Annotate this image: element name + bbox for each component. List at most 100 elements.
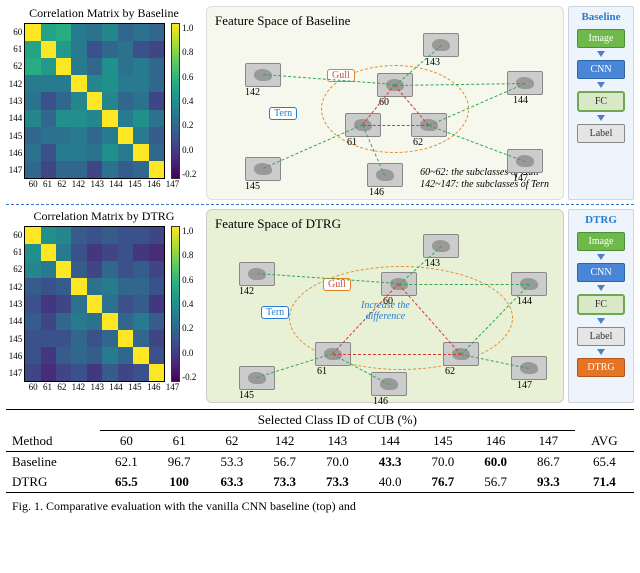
value-cell: 73.3 [258, 472, 311, 493]
heatmap-cell [25, 295, 40, 312]
colorbar [171, 226, 180, 382]
heatmap-cell [71, 347, 86, 364]
tick-label: 144 [6, 316, 22, 326]
pipe-fc: FC [577, 294, 625, 315]
tick-label: 145 [6, 131, 22, 141]
heatmap-cell [71, 227, 86, 244]
table-col-header: 61 [153, 431, 206, 452]
heatmap-cell [71, 58, 86, 75]
arrow-down-icon [597, 349, 605, 355]
heatmap-cell [133, 110, 148, 127]
heatmap-cell [87, 313, 102, 330]
heatmap-cell [25, 278, 40, 295]
figure-caption: Fig. 1. Comparative evaluation with the … [6, 499, 634, 514]
bird-id-label: 147 [517, 380, 532, 391]
bird-thumbnail [239, 366, 275, 390]
tick-label: 60 [29, 382, 38, 392]
tick-label: 147 [6, 368, 22, 378]
heatmap-cell [118, 330, 133, 347]
heatmap-cell [118, 244, 133, 261]
heatmap-cell [56, 41, 71, 58]
value-cell: 93.3 [522, 472, 575, 493]
arrow-down-icon [597, 51, 605, 57]
heatmap-cell [118, 261, 133, 278]
avg-cell: 65.4 [575, 452, 634, 473]
heatmap-cell [25, 347, 40, 364]
heatmap-cell [25, 110, 40, 127]
feature-space-baseline: Feature Space of Baseline Gull Tern 60~6… [206, 6, 564, 200]
heatmap-cell [41, 227, 56, 244]
heatmap-cell [149, 75, 164, 92]
heatmap-cell [133, 127, 148, 144]
heatmap-title: Correlation Matrix by Baseline [6, 6, 202, 21]
bird-id-label: 146 [369, 187, 384, 198]
heatmap-cell [56, 227, 71, 244]
heatmap-cell [87, 161, 102, 178]
tick-label: 142 [6, 282, 22, 292]
heatmap-title: Correlation Matrix by DTRG [6, 209, 202, 224]
table-header-row: Method Selected Class ID of CUB (%) AVG [6, 410, 634, 431]
heatmap-cell [87, 347, 102, 364]
heatmap-baseline: Correlation Matrix by Baseline 606162142… [6, 6, 202, 200]
heatmap-cell [56, 58, 71, 75]
heatmap-cell [41, 24, 56, 41]
table-col-header: 147 [522, 431, 575, 452]
heatmap-cell [118, 161, 133, 178]
heatmap-cell [133, 227, 148, 244]
heatmap-cell [41, 313, 56, 330]
fs-title: Feature Space of DTRG [215, 216, 555, 232]
colorbar-tick: 0.8 [182, 47, 202, 57]
heatmap-cell [133, 330, 148, 347]
heatmap-cell [133, 244, 148, 261]
heatmap-cell [149, 295, 164, 312]
heatmap-cell [41, 127, 56, 144]
heatmap-cell [56, 92, 71, 109]
heatmap-cell [25, 75, 40, 92]
fs-canvas: Gull Tern 60~62: the subclasses of Gull … [215, 29, 555, 193]
heatmap-cell [56, 75, 71, 92]
relation-arrow [429, 125, 525, 162]
tick-label: 60 [6, 27, 22, 37]
tick-label: 61 [43, 179, 52, 189]
heatmap-cell [56, 144, 71, 161]
heatmap-cell [133, 347, 148, 364]
colorbar-tick: 0.0 [182, 145, 202, 155]
value-cell: 60.0 [469, 452, 522, 473]
heatmap-cell [87, 110, 102, 127]
arrow-down-icon [597, 82, 605, 88]
heatmap-cell [56, 244, 71, 261]
tick-label: 144 [6, 113, 22, 123]
heatmap-cell [25, 161, 40, 178]
col-method: Method [6, 410, 100, 452]
bird-thumbnail [371, 372, 407, 396]
heatmap-cell [71, 92, 86, 109]
bird-id-label: 147 [513, 173, 528, 184]
method-cell: Baseline [6, 452, 100, 473]
tick-label: 147 [6, 165, 22, 175]
bird-thumbnail [245, 157, 281, 181]
heatmap-cell [102, 330, 117, 347]
colorbar-tick: 0.4 [182, 96, 202, 106]
pipeline-title: Baseline [581, 11, 620, 23]
table-col-header: 146 [469, 431, 522, 452]
heatmap-cell [56, 295, 71, 312]
bird-id-label: 62 [445, 366, 455, 377]
heatmap-cell [25, 92, 40, 109]
avg-cell: 71.4 [575, 472, 634, 493]
colorbar-tick: -0.2 [182, 169, 202, 179]
heatmap-xticks: 606162142143144145146147 [26, 382, 182, 392]
colorbar-tick: 0.2 [182, 120, 202, 130]
heatmap-cell [71, 161, 86, 178]
heatmap-cell [71, 278, 86, 295]
heatmap-cell [102, 41, 117, 58]
heatmap-cell [118, 364, 133, 381]
table-col-header: 144 [364, 431, 417, 452]
colorbar-tick: 0.8 [182, 250, 202, 260]
heatmap-cell [133, 313, 148, 330]
bird-id-label: 146 [373, 396, 388, 407]
tick-label: 61 [43, 382, 52, 392]
heatmap-cell [133, 58, 148, 75]
heatmap-cell [102, 24, 117, 41]
tick-label: 145 [6, 334, 22, 344]
heatmap-cell [102, 58, 117, 75]
